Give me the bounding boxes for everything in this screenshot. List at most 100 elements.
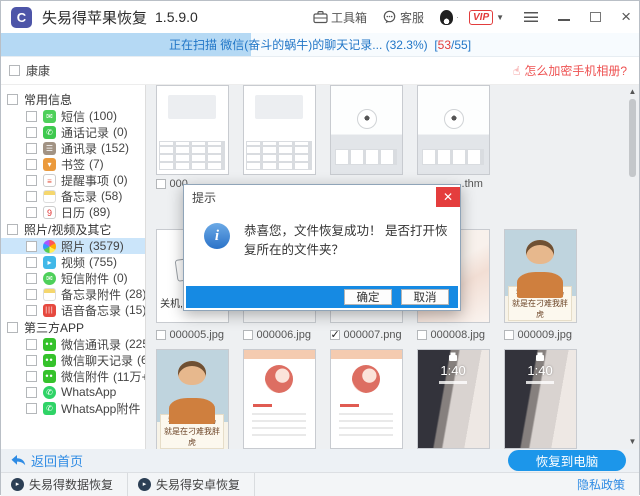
- titlebar: C 失易得苹果恢复 1.5.9.0 工具箱 客服 · VIP ▼ ×: [1, 1, 639, 33]
- thumbnail-screenshot[interactable]: [330, 85, 403, 175]
- app-circle-icon: ▸: [11, 478, 24, 491]
- sidebar-item-calendar[interactable]: 9日历(89): [1, 204, 145, 220]
- notes-attachment-icon: [43, 288, 56, 301]
- support-button[interactable]: 客服: [382, 9, 424, 26]
- device-row: 康康 ☝ 怎么加密手机相册?: [1, 57, 639, 85]
- app-version: 1.5.9.0: [155, 9, 198, 25]
- scroll-up-icon[interactable]: ▲: [627, 87, 638, 97]
- file-item: 000009.jpg: [504, 328, 572, 342]
- sidebar-group-common[interactable]: 常用信息: [1, 90, 145, 108]
- dialog-close-button[interactable]: ✕: [436, 187, 460, 207]
- thumbnail-meme[interactable]: 我看，你他妈就是在刁难我胖虎: [504, 229, 577, 323]
- toolbox-icon: [313, 10, 328, 24]
- app-circle-icon: ▸: [138, 478, 151, 491]
- thumbnail-screenshot[interactable]: [156, 85, 229, 175]
- ok-button[interactable]: 确定: [344, 289, 392, 305]
- thumbnail-photo[interactable]: 1:40: [417, 349, 490, 449]
- sidebar-item-sms-attachments[interactable]: ✉短信附件(0): [1, 270, 145, 286]
- sms-icon: ✉: [43, 110, 56, 123]
- recover-to-pc-button[interactable]: 恢复到电脑: [508, 450, 626, 471]
- privacy-policy-link[interactable]: 隐私政策: [577, 476, 625, 493]
- scrollbar-thumb[interactable]: [629, 99, 636, 177]
- lockscreen-time: 1:40: [505, 363, 576, 378]
- footer-bar: 返回首页 恢复到电脑: [1, 449, 639, 472]
- thumbnail-screenshot[interactable]: [243, 349, 316, 449]
- qq-icon[interactable]: [440, 10, 453, 25]
- thumbnail-meme[interactable]: 我看，你他妈就是在刁难我胖虎: [156, 349, 229, 449]
- scan-count-current: 53: [438, 38, 451, 52]
- app-window: { "window": { "title": "失易得苹果恢复", "versi…: [0, 0, 640, 495]
- thumbnail-screenshot[interactable]: [417, 85, 490, 175]
- dot-separator: ·: [456, 12, 459, 22]
- scroll-down-icon[interactable]: ▼: [627, 437, 638, 447]
- menu-icon[interactable]: [524, 12, 538, 22]
- toolbox-label: 工具箱: [331, 9, 367, 26]
- sidebar-item-photos[interactable]: 照片(3579): [1, 238, 145, 254]
- sidebar-item-wechat-chats[interactable]: ••微信聊天记录(60): [1, 352, 145, 368]
- sidebar-item-whatsapp-attachments[interactable]: ✆WhatsApp附件(0): [1, 400, 145, 416]
- phone-icon: ✆: [43, 126, 56, 139]
- toolbox-button[interactable]: 工具箱: [313, 9, 367, 26]
- support-chat-icon: [382, 10, 397, 24]
- wechat-icon: ••: [43, 354, 56, 367]
- filename-fragment: .thm: [462, 177, 483, 191]
- recovery-success-dialog: 提示 ✕ i 恭喜您，文件恢复成功！ 是否打开恢复所在的文件夹？ 确定 取消: [183, 184, 461, 311]
- voice-memo-icon: |||: [43, 304, 56, 317]
- sidebar-item-videos[interactable]: ▸视频(755): [1, 254, 145, 270]
- sidebar-item-notes[interactable]: 备忘录(58): [1, 188, 145, 204]
- file-checkbox[interactable]: [156, 179, 166, 189]
- sidebar-item-bookmarks[interactable]: ▾书签(7): [1, 156, 145, 172]
- maximize-button[interactable]: [590, 12, 601, 22]
- thumbnail-photo[interactable]: 1:40: [504, 349, 577, 449]
- lockscreen-date-blur: [439, 381, 467, 384]
- sidebar-item-sms[interactable]: ✉短信(100): [1, 108, 145, 124]
- file-checkbox[interactable]: [417, 330, 427, 340]
- calendar-icon: 9: [43, 206, 56, 219]
- lockscreen-time: 1:40: [418, 363, 489, 378]
- close-button[interactable]: ×: [621, 10, 631, 24]
- device-checkbox[interactable]: [9, 65, 20, 76]
- file-checkbox-checked[interactable]: [330, 330, 340, 340]
- sidebar-group-media[interactable]: 照片/视频及其它: [1, 220, 145, 238]
- photos-icon: [43, 240, 56, 253]
- file-checkbox[interactable]: [243, 330, 253, 340]
- sidebar-item-notes-attachments[interactable]: 备忘录附件(28): [1, 286, 145, 302]
- sidebar-item-voice-memos[interactable]: |||语音备忘录(15): [1, 302, 145, 318]
- bookmark-icon: ▾: [43, 158, 56, 171]
- file-checkbox[interactable]: [156, 330, 166, 340]
- sms-attachment-icon: ✉: [43, 272, 56, 285]
- tab-data-recovery[interactable]: ▸ 失易得数据恢复: [1, 473, 128, 496]
- scan-progress-bar: 正在扫描 微信(奋斗的蜗牛)的聊天记录... (32.3%) [53/55]: [1, 33, 639, 57]
- wechat-icon: ••: [43, 338, 56, 351]
- file-item: 000005.jpg: [156, 328, 224, 342]
- scan-status-text: 正在扫描 微信(奋斗的蜗牛)的聊天记录... (32.3%) [53/55]: [169, 36, 471, 53]
- sidebar-item-wechat-contacts[interactable]: ••微信通讯录(2257): [1, 336, 145, 352]
- minimize-button[interactable]: [558, 19, 570, 21]
- group-checkbox[interactable]: [7, 224, 18, 235]
- vip-caret-icon[interactable]: ▼: [496, 13, 504, 22]
- vip-badge[interactable]: VIP: [469, 10, 493, 25]
- lockscreen-date-blur: [526, 381, 554, 384]
- thumbnail-screenshot[interactable]: [330, 349, 403, 449]
- sidebar-group-thirdparty[interactable]: 第三方APP: [1, 318, 145, 336]
- sidebar-item-contacts[interactable]: ☰通讯录(152): [1, 140, 145, 156]
- file-item: 000007.png: [330, 328, 402, 342]
- thumbnail-screenshot[interactable]: [243, 85, 316, 175]
- sidebar-item-whatsapp[interactable]: ✆WhatsApp: [1, 384, 145, 400]
- scrollbar[interactable]: ▲ ▼: [627, 87, 638, 447]
- sidebar-item-wechat-attachments[interactable]: ••微信附件(11万+): [1, 368, 145, 384]
- group-checkbox[interactable]: [7, 322, 18, 333]
- cancel-button[interactable]: 取消: [401, 289, 449, 305]
- dialog-button-bar: 确定 取消: [186, 286, 458, 308]
- group-checkbox[interactable]: [7, 94, 18, 105]
- help-link[interactable]: ☝ 怎么加密手机相册?: [513, 62, 627, 79]
- back-arrow-icon: [10, 454, 26, 467]
- meme-caption: 我看，你他妈就是在刁难我胖虎: [160, 414, 224, 449]
- meme-caption: 我看，你他妈就是在刁难我胖虎: [508, 286, 572, 321]
- back-home-link[interactable]: 返回首页: [10, 451, 83, 470]
- sidebar-item-call-log[interactable]: ✆通话记录(0): [1, 124, 145, 140]
- support-label: 客服: [400, 9, 424, 26]
- tab-android-recovery[interactable]: ▸ 失易得安卓恢复: [128, 473, 255, 496]
- file-checkbox[interactable]: [504, 330, 514, 340]
- sidebar-item-reminders[interactable]: ≡提醒事项(0): [1, 172, 145, 188]
